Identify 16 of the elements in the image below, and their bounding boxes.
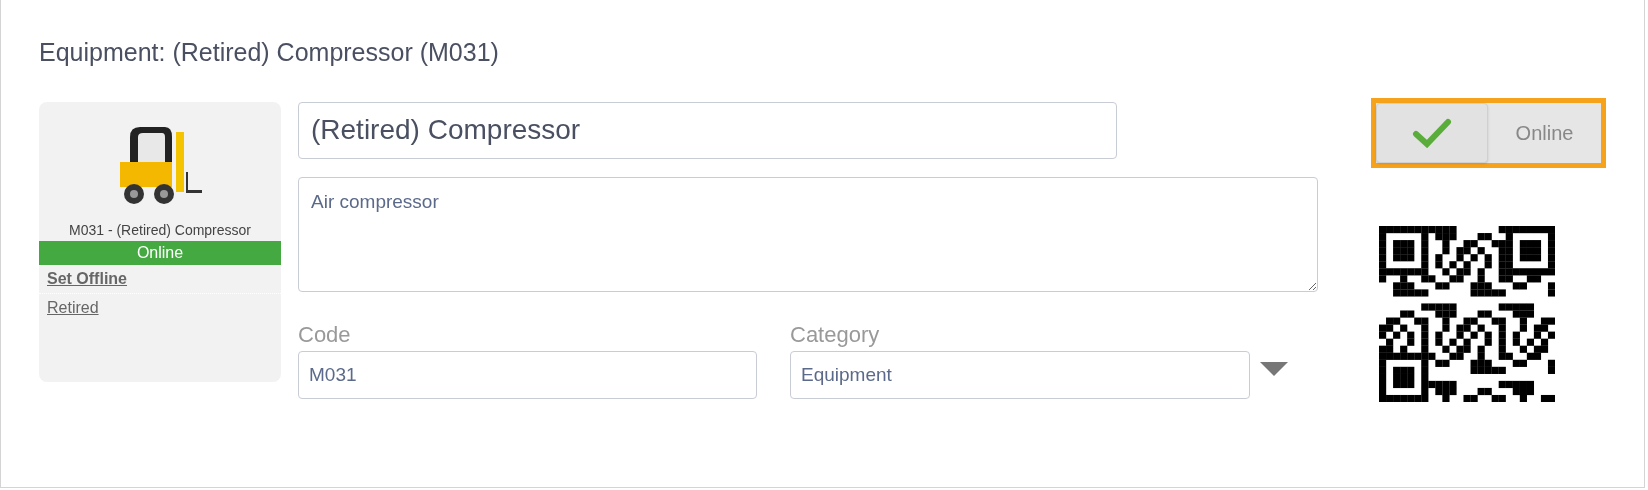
status-toggle[interactable]: Online (1371, 97, 1606, 168)
checkmark-icon (1412, 117, 1452, 148)
toggle-label: Online (1514, 120, 1575, 146)
status-link[interactable]: Retired (47, 298, 99, 316)
name-field[interactable]: (Retired) Compressor (298, 101, 1117, 159)
category-label: Category (790, 320, 881, 349)
category-field[interactable]: Equipment (790, 350, 1250, 399)
code-field[interactable]: M031 (298, 350, 757, 399)
status-banner: Online (39, 240, 281, 265)
status-link[interactable]: Set Offline (47, 269, 127, 287)
description-field[interactable]: Air compressor (298, 176, 1318, 292)
dropdown-arrow-icon[interactable] (1260, 361, 1288, 376)
page-title: Equipment: (Retired) Compressor (M031) (39, 37, 500, 68)
equipment-caption: M031 - (Retired) Compressor (68, 220, 252, 240)
code-label: Code (298, 320, 352, 349)
qr-code-icon (1379, 225, 1555, 402)
